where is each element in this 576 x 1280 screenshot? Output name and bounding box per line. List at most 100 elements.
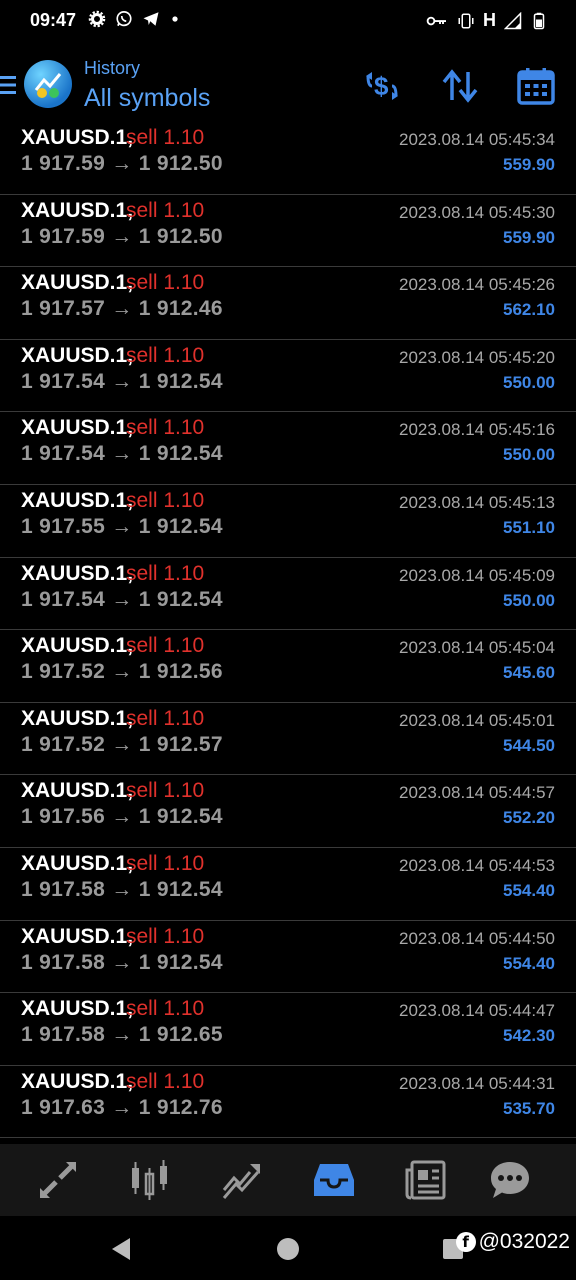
trade-icon[interactable] <box>220 1158 264 1202</box>
app-logo[interactable] <box>24 60 72 108</box>
trade-side-volume: sell 1.10 <box>126 343 205 367</box>
trade-row[interactable]: XAUUSD.1, sell 1.10 1 917.55 → 1 912.54 202… <box>0 485 576 558</box>
trade-row[interactable]: XAUUSD.1, sell 1.10 1 917.54 → 1 912.54 202… <box>0 558 576 631</box>
history-icon[interactable] <box>312 1158 356 1202</box>
news-icon[interactable] <box>404 1158 448 1202</box>
back-icon[interactable] <box>108 1236 134 1262</box>
trade-row[interactable]: XAUUSD.1, sell 1.10 1 917.56 → 1 912.54 202… <box>0 775 576 848</box>
trade-row[interactable]: XAUUSD.1, sell 1.10 1 917.54 → 1 912.54 202… <box>0 412 576 485</box>
arrow-right-icon: → <box>105 1023 139 1047</box>
trade-symbol: XAUUSD.1, <box>21 634 134 658</box>
trade-prices: 1 917.59 → 1 912.50 <box>21 225 223 249</box>
trade-time: 2023.08.14 05:44:47 <box>399 1001 555 1021</box>
trade-profit: 559.90 <box>503 155 555 174</box>
trade-profit: 559.90 <box>503 227 555 247</box>
trade-profit: 542.30 <box>503 1026 555 1046</box>
arrow-right-icon: → <box>105 660 139 684</box>
trade-symbol: XAUUSD.1, <box>21 343 134 367</box>
trade-time: 2023.08.14 05:45:20 <box>399 347 555 367</box>
arrow-right-icon: → <box>105 732 139 756</box>
trade-symbol: XAUUSD.1, <box>21 198 134 222</box>
sort-icon[interactable] <box>440 66 480 106</box>
chat-icon[interactable] <box>488 1158 532 1202</box>
trade-prices: 1 917.58 → 1 912.54 <box>21 878 223 902</box>
trade-prices: 1 917.52 → 1 912.57 <box>21 733 223 757</box>
trade-prices: 1 917.55 → 1 912.54 <box>21 515 223 539</box>
close-price: 1 912.54 <box>138 587 223 611</box>
trade-time: 2023.08.14 05:45:26 <box>399 275 555 295</box>
trade-prices: 1 917.54 → 1 912.54 <box>21 370 223 394</box>
trade-row[interactable]: XAUUSD.1, sell 1.10 1 917.59 → 1 912.50 202… <box>0 122 576 195</box>
trade-side-volume: sell 1.10 <box>126 851 205 875</box>
telegram-icon <box>143 12 159 26</box>
open-price: 1 917.58 <box>21 950 106 974</box>
trade-prices: 1 917.54 → 1 912.54 <box>21 442 223 466</box>
trade-profit: 550.00 <box>503 590 555 610</box>
trade-prices: 1 917.63 → 1 912.76 <box>21 1096 223 1120</box>
menu-icon[interactable] <box>0 74 16 96</box>
trade-side-volume: sell 1.10 <box>126 198 205 222</box>
settings-icon <box>88 10 106 28</box>
trade-symbol: XAUUSD.1, <box>21 561 134 585</box>
trade-row[interactable]: XAUUSD.1, sell 1.10 1 917.52 → 1 912.57 202… <box>0 703 576 776</box>
open-price: 1 917.56 <box>21 805 106 829</box>
key-icon <box>426 16 446 25</box>
page-title[interactable]: All symbols <box>84 84 210 113</box>
arrow-right-icon: → <box>105 369 139 393</box>
trade-prices: 1 917.56 → 1 912.54 <box>21 805 223 829</box>
trade-profit: 554.40 <box>503 953 555 973</box>
trade-time: 2023.08.14 05:44:53 <box>399 855 555 875</box>
trade-prices: 1 917.58 → 1 912.54 <box>21 951 223 975</box>
trade-row[interactable]: XAUUSD.1, sell 1.10 1 917.58 → 1 912.54 202… <box>0 921 576 994</box>
system-nav-bar: f @032022 <box>0 1216 576 1280</box>
arrow-right-icon: → <box>105 805 139 829</box>
trade-symbol: XAUUSD.1, <box>21 1069 134 1093</box>
arrow-right-icon: → <box>105 442 139 466</box>
trade-row[interactable]: XAUUSD.1, sell 1.10 1 917.58 → 1 912.65 202… <box>0 993 576 1066</box>
trade-symbol: XAUUSD.1, <box>21 488 134 512</box>
close-price: 1 912.65 <box>138 1023 223 1047</box>
trade-row[interactable]: XAUUSD.1, sell 1.10 1 917.63 → 1 912.76 202… <box>0 1066 576 1139</box>
calendar-icon[interactable] <box>516 66 556 106</box>
trade-row[interactable]: XAUUSD.1, sell 1.10 1 917.58 → 1 912.54 202… <box>0 848 576 921</box>
trade-prices: 1 917.58 → 1 912.65 <box>21 1023 223 1047</box>
trade-side-volume: sell 1.10 <box>126 997 205 1021</box>
trade-symbol: XAUUSD.1, <box>21 779 134 803</box>
open-price: 1 917.52 <box>21 732 106 756</box>
trade-time: 2023.08.14 05:45:30 <box>399 202 555 222</box>
trade-time: 2023.08.14 05:44:31 <box>399 1073 555 1093</box>
trade-row[interactable]: XAUUSD.1, sell 1.10 1 917.57 → 1 912.46 202… <box>0 267 576 340</box>
currency-swap-icon[interactable]: $ <box>362 66 402 106</box>
header-subtitle: History <box>84 58 141 78</box>
trade-profit: 535.70 <box>503 1098 555 1118</box>
status-bar: 09:47 H <box>0 0 576 42</box>
trade-side-volume: sell 1.10 <box>126 126 205 149</box>
trade-profit: 554.40 <box>503 880 555 900</box>
trade-profit: 545.60 <box>503 663 555 683</box>
close-price: 1 912.76 <box>138 1095 223 1119</box>
chart-icon[interactable] <box>128 1158 172 1202</box>
trade-symbol: XAUUSD.1, <box>21 924 134 948</box>
trade-profit: 550.00 <box>503 445 555 465</box>
trade-profit: 552.20 <box>503 808 555 828</box>
open-price: 1 917.54 <box>21 442 106 466</box>
open-price: 1 917.57 <box>21 297 106 321</box>
open-price: 1 917.59 <box>21 152 106 175</box>
trade-symbol: XAUUSD.1, <box>21 997 134 1021</box>
trade-row[interactable]: XAUUSD.1, sell 1.10 1 917.52 → 1 912.56 202… <box>0 630 576 703</box>
trade-side-volume: sell 1.10 <box>126 271 205 295</box>
trade-row[interactable]: XAUUSD.1, sell 1.10 1 917.54 → 1 912.54 202… <box>0 340 576 413</box>
trade-side-volume: sell 1.10 <box>126 634 205 658</box>
quotes-icon[interactable] <box>36 1158 80 1202</box>
trade-time: 2023.08.14 05:44:57 <box>399 783 555 803</box>
trade-row[interactable]: XAUUSD.1, sell 1.10 1 917.59 → 1 912.50 202… <box>0 195 576 268</box>
home-icon[interactable] <box>276 1237 300 1261</box>
open-price: 1 917.58 <box>21 877 106 901</box>
network-label: H <box>483 10 496 30</box>
status-right-icons: H <box>425 10 548 31</box>
close-price: 1 912.54 <box>138 877 223 901</box>
trade-time: 2023.08.14 05:45:16 <box>399 420 555 440</box>
dot-icon <box>172 16 178 22</box>
whatsapp-icon <box>116 11 132 27</box>
trade-profit: 550.00 <box>503 372 555 392</box>
